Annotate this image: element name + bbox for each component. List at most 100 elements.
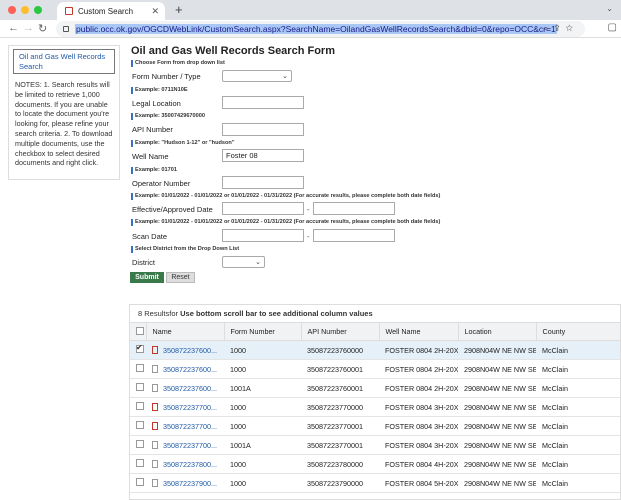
district-select[interactable]: ⌄: [222, 256, 265, 268]
extensions-icon[interactable]: ▢: [608, 22, 617, 33]
table-row[interactable]: 350872237600... 1001A 35087223760001 FOSTER…: [130, 378, 620, 398]
new-tab-icon[interactable]: +: [175, 2, 183, 17]
column-header-location[interactable]: Location: [458, 322, 537, 341]
effective-date-from-input[interactable]: [222, 202, 304, 215]
minimize-window-button[interactable]: [21, 6, 29, 14]
row-checkbox[interactable]: [136, 343, 144, 353]
table-row[interactable]: 350872237700... 1000 35087223770000 FOSTER …: [130, 397, 620, 417]
close-tab-icon[interactable]: ✕: [151, 6, 159, 17]
form-number-cell: 1001A: [224, 378, 301, 398]
document-name-cell[interactable]: 350872237600...: [146, 359, 224, 379]
select-all-cell[interactable]: [130, 322, 147, 341]
column-header-county[interactable]: County: [536, 322, 620, 341]
date-range-separator: -: [307, 205, 310, 214]
form-number-cell: 1000: [224, 416, 301, 436]
row-checkbox[interactable]: [136, 459, 144, 467]
table-row[interactable]: 350872237800... 1000 35087223780000 FOSTER …: [130, 454, 620, 474]
document-icon: [152, 440, 158, 449]
back-icon[interactable]: ←: [8, 22, 19, 34]
api-number-input[interactable]: [222, 123, 304, 136]
document-link[interactable]: 350872237800...: [163, 460, 217, 469]
well-name-cell: FOSTER 0804 2H-20X: [379, 378, 458, 398]
api-number-cell: 35087223770001: [301, 416, 379, 436]
maximize-window-button[interactable]: [34, 6, 42, 14]
row-checkbox[interactable]: [136, 440, 144, 448]
document-name-cell[interactable]: 350872237700...: [146, 416, 224, 436]
document-link[interactable]: 350872237700...: [163, 422, 217, 431]
document-name-cell[interactable]: 350872237600...: [146, 340, 224, 360]
column-header-api-number[interactable]: API Number: [301, 322, 380, 341]
document-icon: [152, 383, 158, 392]
location-cell: 2908N04W NE NW SE SW: [458, 416, 536, 436]
results-body: 350872237600...100035087223760000FOSTER …: [130, 340, 620, 493]
document-name-cell[interactable]: 350872237800...: [146, 454, 224, 474]
reset-button[interactable]: Reset: [166, 272, 195, 283]
page-title: Oil and Gas Well Records Search Form: [131, 45, 335, 57]
hint-well: Example: "Hudson 1-12" or "hudson": [131, 140, 235, 147]
row-checkbox-cell[interactable]: [130, 435, 146, 455]
form-number-cell: 1000: [224, 454, 301, 474]
tab-search-icon[interactable]: ⌄: [606, 4, 613, 13]
row-checkbox-cell[interactable]: [130, 473, 146, 493]
document-link[interactable]: 350872237600...: [163, 365, 217, 374]
document-name-cell[interactable]: 350872237600...: [146, 378, 224, 398]
form-number-select[interactable]: ⌄: [222, 70, 292, 82]
column-header-well-name[interactable]: Well Name: [379, 322, 459, 341]
chevron-down-icon: ⌄: [282, 73, 288, 80]
address-bar[interactable]: public.occ.ok.gov/OGCDWebLink/CustomSear…: [56, 21, 585, 37]
reload-icon[interactable]: ↻: [38, 22, 47, 35]
document-link[interactable]: 350872237900...: [163, 479, 217, 488]
column-header-form-number[interactable]: Form Number: [224, 322, 302, 341]
row-checkbox[interactable]: [136, 402, 144, 410]
browser-tab[interactable]: Custom Search ✕: [57, 2, 165, 20]
row-checkbox-cell[interactable]: [130, 378, 146, 398]
table-row[interactable]: 350872237700... 1001A 35087223770001 FOSTER…: [130, 435, 620, 455]
location-cell: 2908N04W NE NW SE SW: [458, 340, 536, 360]
zoom-icon[interactable]: ⌕: [544, 23, 555, 33]
well-name-input[interactable]: Foster 08: [222, 149, 304, 162]
document-link[interactable]: 350872237700...: [163, 403, 217, 412]
effective-date-label: Effective/Approved Date: [132, 205, 213, 214]
row-checkbox-cell[interactable]: [130, 340, 146, 360]
form-number-label: Form Number / Type: [132, 72, 201, 81]
document-name-cell[interactable]: 350872237900...: [146, 473, 224, 493]
bookmark-star-icon[interactable]: ☆: [566, 23, 579, 33]
document-name-cell[interactable]: 350872237700...: [146, 435, 224, 455]
legal-location-input[interactable]: [222, 96, 304, 109]
operator-number-input[interactable]: [222, 176, 304, 189]
table-row[interactable]: 350872237900... 1000 35087223790000 FOSTER …: [130, 473, 620, 493]
document-link[interactable]: 350872237700...: [163, 441, 217, 450]
document-icon: [152, 402, 158, 411]
scan-date-to-input[interactable]: [313, 229, 395, 242]
document-name-cell[interactable]: 350872237700...: [146, 397, 224, 417]
table-row[interactable]: 350872237600... 1000 35087223760001 FOSTER …: [130, 359, 620, 379]
submit-button[interactable]: Submit: [130, 272, 164, 283]
table-row[interactable]: 350872237700... 1000 35087223770001 FOSTER …: [130, 416, 620, 436]
row-checkbox[interactable]: [136, 364, 144, 372]
column-header-name[interactable]: Name: [146, 322, 225, 341]
select-all-checkbox[interactable]: [136, 326, 144, 335]
url-text[interactable]: public.occ.ok.gov/OGCDWebLink/CustomSear…: [75, 24, 557, 34]
row-checkbox-cell[interactable]: [130, 359, 146, 379]
document-link[interactable]: 350872237600...: [163, 384, 217, 393]
row-checkbox[interactable]: [136, 478, 144, 486]
row-checkbox-cell[interactable]: [130, 454, 146, 474]
close-window-button[interactable]: [8, 6, 16, 14]
share-icon[interactable]: ⇪: [555, 23, 566, 33]
row-checkbox-cell[interactable]: [130, 416, 146, 436]
document-link[interactable]: 350872237600...: [163, 346, 217, 355]
row-checkbox[interactable]: [136, 383, 144, 391]
table-row[interactable]: 350872237600... 100035087223760000FOSTER …: [130, 340, 620, 360]
effective-date-to-input[interactable]: [313, 202, 395, 215]
api-number-cell: 35087223760001: [301, 378, 379, 398]
row-checkbox[interactable]: [136, 421, 144, 429]
well-name-cell: FOSTER 0804 2H-20X: [379, 359, 458, 379]
scan-date-from-input[interactable]: [222, 229, 304, 242]
forward-icon[interactable]: →: [23, 22, 34, 34]
well-name-label: Well Name: [132, 152, 169, 161]
search-title-link[interactable]: Oil and Gas Well Records Search: [13, 49, 115, 74]
hint-api: Example: 35007429670000: [131, 113, 205, 120]
location-cell: 2908N04W NE NW SE SW: [458, 359, 536, 379]
window-controls: [8, 6, 42, 14]
row-checkbox-cell[interactable]: [130, 397, 146, 417]
